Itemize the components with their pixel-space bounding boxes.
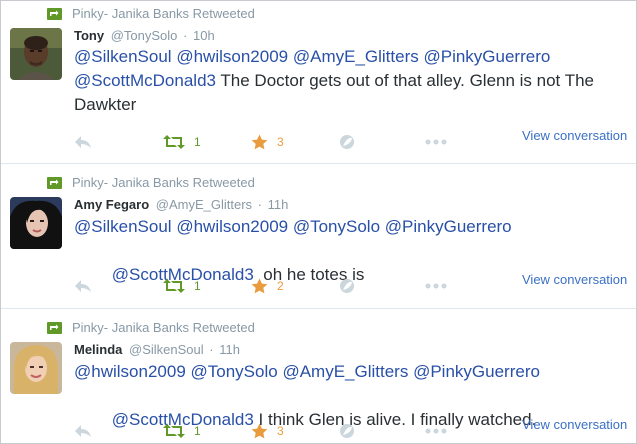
mention-link[interactable]: @ScottMcDonald3: [74, 71, 216, 90]
reply-icon: [75, 280, 91, 292]
more-icon: [425, 139, 447, 145]
favorite-count: 2: [277, 279, 284, 293]
timestamp[interactable]: 10h: [193, 28, 215, 43]
retweet-button[interactable]: 1: [163, 276, 201, 296]
mention-link[interactable]: @TonySolo: [293, 217, 380, 236]
follow-glyph-button[interactable]: [339, 276, 355, 296]
avatar[interactable]: [10, 197, 62, 249]
tweet[interactable]: Pinky- Janika Banks Retweeted Melinda @S…: [1, 309, 636, 443]
retweet-context: Pinky- Janika Banks Retweeted: [47, 5, 255, 21]
favorite-button[interactable]: 3: [251, 421, 284, 441]
tweet-actions: 1 2: [74, 276, 454, 296]
mention-link[interactable]: @AmyE_Glitters: [282, 362, 408, 381]
mention-link[interactable]: @hwilson2009: [176, 217, 288, 236]
favorite-count: 3: [277, 135, 284, 149]
retweet-context-text[interactable]: Pinky- Janika Banks Retweeted: [72, 320, 255, 335]
tweet-actions: 1 3: [74, 421, 454, 441]
retweet-context: Pinky- Janika Banks Retweeted: [47, 174, 255, 190]
tweet-header: Tony @TonySolo · 10h: [74, 28, 215, 46]
retweet-icon: [47, 321, 62, 334]
reply-button[interactable]: [74, 421, 92, 441]
mention-link[interactable]: @PinkyGuerrero: [423, 47, 550, 66]
retweet-count: 1: [194, 279, 201, 293]
more-button[interactable]: [425, 421, 447, 441]
retweet-action-icon: [163, 135, 185, 149]
mention-link[interactable]: @PinkyGuerrero: [385, 217, 512, 236]
author-handle[interactable]: @SilkenSoul: [129, 342, 204, 357]
tweet-actions: 1 3: [74, 132, 454, 152]
star-icon: [251, 134, 268, 150]
reply-icon: [75, 136, 91, 148]
mention-link[interactable]: @AmyE_Glitters: [293, 47, 419, 66]
view-conversation-link[interactable]: View conversation: [522, 417, 627, 432]
avatar[interactable]: [10, 28, 62, 80]
favorite-button[interactable]: 2: [251, 276, 284, 296]
author-handle[interactable]: @TonySolo: [111, 28, 178, 43]
reply-button[interactable]: [74, 276, 92, 296]
timestamp[interactable]: 11h: [268, 197, 289, 212]
author-name[interactable]: Tony: [74, 28, 104, 43]
retweet-action-icon: [163, 279, 185, 293]
tweet[interactable]: Pinky- Janika Banks Retweeted Tony @Tony…: [1, 1, 636, 164]
favorite-count: 3: [277, 424, 284, 438]
more-button[interactable]: [425, 276, 447, 296]
star-icon: [251, 423, 268, 439]
mention-link[interactable]: @SilkenSoul: [74, 217, 172, 236]
tweet-header: Melinda @SilkenSoul · 11h: [74, 342, 240, 360]
view-conversation-link[interactable]: View conversation: [522, 128, 627, 143]
retweet-context: Pinky- Janika Banks Retweeted: [47, 319, 255, 335]
author-name[interactable]: Amy Fegaro: [74, 197, 149, 212]
star-icon: [251, 278, 268, 294]
mention-link[interactable]: @PinkyGuerrero: [413, 362, 540, 381]
retweet-count: 1: [194, 135, 201, 149]
mention-link[interactable]: @TonySolo: [191, 362, 278, 381]
reply-icon: [75, 425, 91, 437]
mention-link[interactable]: @hwilson2009: [74, 362, 186, 381]
leaf-icon: [340, 424, 354, 438]
avatar-woman-dark-hair-icon: [10, 197, 62, 249]
retweet-icon: [47, 7, 62, 20]
mention-link[interactable]: @hwilson2009: [176, 47, 288, 66]
timeline: Pinky- Janika Banks Retweeted Tony @Tony…: [0, 0, 637, 444]
tweet-text: @SilkenSoul @hwilson2009 @AmyE_Glitters …: [74, 45, 629, 117]
separator: ·: [209, 342, 214, 357]
retweet-action-icon: [163, 424, 185, 438]
leaf-icon: [340, 135, 354, 149]
tweet-header: Amy Fegaro @AmyE_Glitters · 11h: [74, 197, 288, 215]
retweet-context-text[interactable]: Pinky- Janika Banks Retweeted: [72, 175, 255, 190]
more-icon: [425, 428, 447, 434]
follow-glyph-button[interactable]: [339, 421, 355, 441]
follow-glyph-button[interactable]: [339, 132, 355, 152]
avatar[interactable]: [10, 342, 62, 394]
avatar-woman-blonde-icon: [10, 342, 62, 394]
separator: ·: [257, 197, 263, 212]
retweet-button[interactable]: 1: [163, 421, 201, 441]
author-name[interactable]: Melinda: [74, 342, 122, 357]
retweet-icon: [47, 176, 62, 189]
view-conversation-link[interactable]: View conversation: [522, 272, 627, 287]
separator: ·: [183, 28, 188, 43]
avatar-man-icon: [10, 28, 62, 80]
reply-button[interactable]: [74, 132, 92, 152]
more-icon: [425, 283, 447, 289]
retweet-count: 1: [194, 424, 201, 438]
tweet[interactable]: Pinky- Janika Banks Retweeted Amy Fegaro…: [1, 164, 636, 309]
favorite-button[interactable]: 3: [251, 132, 284, 152]
retweet-context-text[interactable]: Pinky- Janika Banks Retweeted: [72, 6, 255, 21]
author-handle[interactable]: @AmyE_Glitters: [156, 197, 252, 212]
retweet-button[interactable]: 1: [163, 132, 201, 152]
tweet-body-text: Dawkter: [74, 95, 137, 114]
tweet-body-text: The Doctor gets out of that alley. Glenn…: [216, 71, 594, 90]
mention-link[interactable]: @SilkenSoul: [74, 47, 172, 66]
tweet-text: @SilkenSoul @hwilson2009 @TonySolo @Pink…: [74, 215, 629, 311]
more-button[interactable]: [425, 132, 447, 152]
leaf-icon: [340, 279, 354, 293]
timestamp[interactable]: 11h: [219, 342, 240, 357]
